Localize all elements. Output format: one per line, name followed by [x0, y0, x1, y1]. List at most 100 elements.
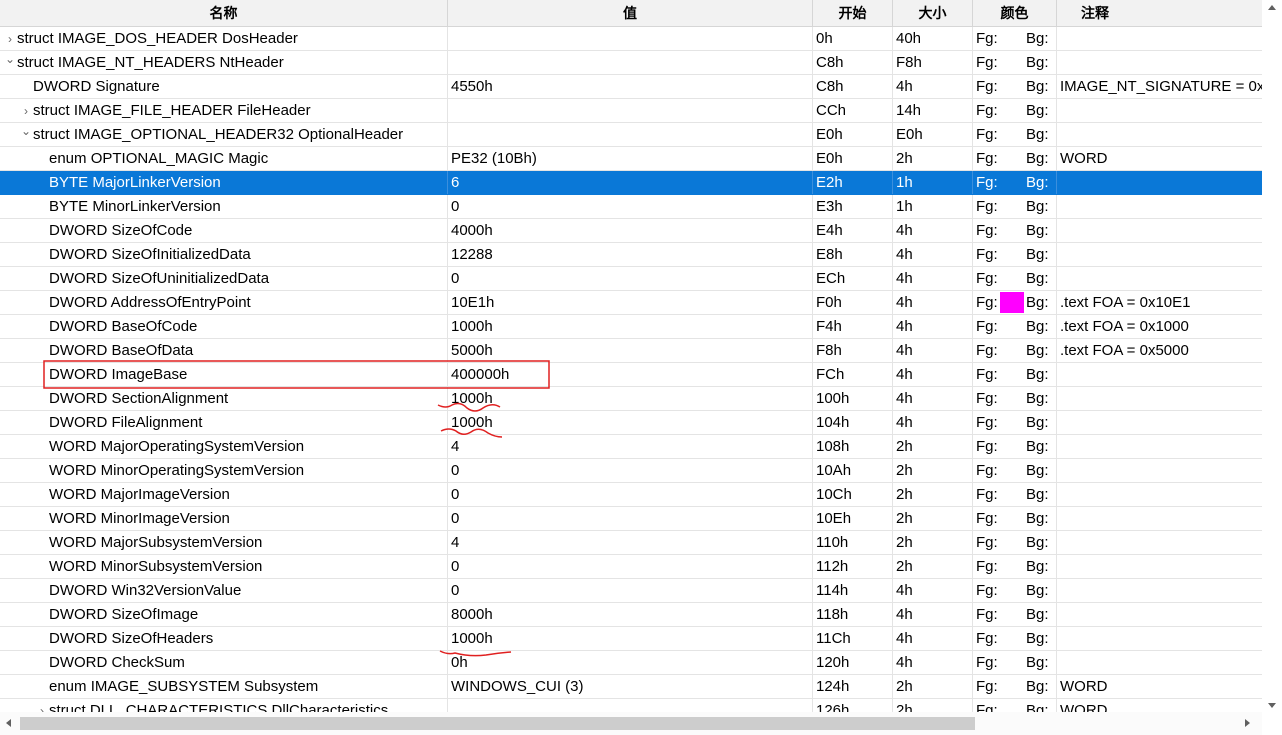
cell-size[interactable]: 4h — [893, 75, 973, 98]
cell-name[interactable]: ⌄ struct IMAGE_NT_HEADERS NtHeader — [0, 51, 448, 74]
cell-start[interactable]: C8h — [813, 75, 893, 98]
cell-size[interactable]: 4h — [893, 387, 973, 410]
cell-size[interactable]: 2h — [893, 555, 973, 578]
table-row[interactable]: ⌄ struct IMAGE_NT_HEADERS NtHeader C8h F8h F… — [0, 51, 1262, 75]
table-row[interactable]: WORD MinorOperatingSystemVersion 0 10Ah 2h F… — [0, 459, 1262, 483]
cell-value[interactable]: 4000h — [448, 219, 813, 242]
table-row[interactable]: DWORD SectionAlignment 1000h 100h 4h Fg: Bg: — [0, 387, 1262, 411]
table-row[interactable]: WORD MajorOperatingSystemVersion 4 108h 2h F… — [0, 435, 1262, 459]
cell-name[interactable]: WORD MajorOperatingSystemVersion — [0, 435, 448, 458]
cell-note[interactable]: .text FOA = 0x5000 — [1057, 339, 1262, 362]
cell-start[interactable]: E3h — [813, 195, 893, 218]
cell-color[interactable]: Fg: Bg: — [973, 699, 1057, 712]
cell-start[interactable]: 11Ch — [813, 627, 893, 650]
cell-start[interactable]: E4h — [813, 219, 893, 242]
fg-color-swatch[interactable] — [1000, 292, 1024, 313]
cell-size[interactable]: 40h — [893, 27, 973, 50]
cell-value[interactable]: 1000h — [448, 411, 813, 434]
cell-color[interactable]: Fg: Bg: — [973, 99, 1057, 122]
cell-size[interactable]: 1h — [893, 171, 973, 194]
cell-value[interactable]: 0 — [448, 483, 813, 506]
table-row[interactable]: DWORD SizeOfUninitializedData 0 ECh 4h Fg: Bg… — [0, 267, 1262, 291]
cell-value[interactable]: 1000h — [448, 387, 813, 410]
cell-name[interactable]: WORD MinorImageVersion — [0, 507, 448, 530]
cell-start[interactable]: 126h — [813, 699, 893, 712]
scroll-down-icon[interactable] — [1268, 703, 1276, 708]
cell-name[interactable]: DWORD ImageBase — [0, 363, 448, 386]
cell-size[interactable]: F8h — [893, 51, 973, 74]
cell-start[interactable]: 120h — [813, 651, 893, 674]
cell-name[interactable]: DWORD SizeOfCode — [0, 219, 448, 242]
cell-name[interactable]: enum IMAGE_SUBSYSTEM Subsystem — [0, 675, 448, 698]
cell-start[interactable]: C8h — [813, 51, 893, 74]
table-row[interactable]: DWORD CheckSum 0h 120h 4h Fg: Bg: — [0, 651, 1262, 675]
cell-value[interactable] — [448, 51, 813, 74]
table-row[interactable]: DWORD ImageBase 400000h FCh 4h Fg: Bg: — [0, 363, 1262, 387]
cell-color[interactable]: Fg: Bg: — [973, 315, 1057, 338]
cell-value[interactable]: 5000h — [448, 339, 813, 362]
cell-start[interactable]: 114h — [813, 579, 893, 602]
cell-color[interactable]: Fg: Bg: — [973, 579, 1057, 602]
cell-color[interactable]: Fg: Bg: — [973, 195, 1057, 218]
cell-value[interactable] — [448, 699, 813, 712]
cell-size[interactable]: 2h — [893, 435, 973, 458]
cell-name[interactable]: › struct DLL_CHARACTERISTICS DllCharacter… — [0, 699, 448, 712]
cell-color[interactable]: Fg: Bg: — [973, 123, 1057, 146]
scroll-up-icon[interactable] — [1268, 5, 1276, 10]
cell-name[interactable]: DWORD Win32VersionValue — [0, 579, 448, 602]
cell-size[interactable]: 4h — [893, 627, 973, 650]
cell-name[interactable]: DWORD SizeOfImage — [0, 603, 448, 626]
cell-start[interactable]: E0h — [813, 123, 893, 146]
vertical-scrollbar[interactable] — [1262, 0, 1282, 712]
cell-name[interactable]: WORD MajorImageVersion — [0, 483, 448, 506]
cell-start[interactable]: 10Ch — [813, 483, 893, 506]
cell-color[interactable]: Fg: Bg: — [973, 603, 1057, 626]
cell-color[interactable]: Fg: Bg: — [973, 243, 1057, 266]
cell-name[interactable]: BYTE MajorLinkerVersion — [0, 171, 448, 194]
cell-color[interactable]: Fg: Bg: — [973, 483, 1057, 506]
cell-color[interactable]: Fg: Bg: — [973, 27, 1057, 50]
cell-note[interactable] — [1057, 99, 1262, 122]
cell-start[interactable]: 104h — [813, 411, 893, 434]
cell-value[interactable]: 4 — [448, 435, 813, 458]
cell-size[interactable]: 2h — [893, 507, 973, 530]
cell-note[interactable] — [1057, 387, 1262, 410]
cell-name[interactable]: BYTE MinorLinkerVersion — [0, 195, 448, 218]
cell-size[interactable]: 2h — [893, 483, 973, 506]
cell-value[interactable]: 400000h — [448, 363, 813, 386]
cell-note[interactable]: IMAGE_NT_SIGNATURE = 0x — [1057, 75, 1262, 98]
cell-value[interactable]: 0 — [448, 267, 813, 290]
cell-size[interactable]: 4h — [893, 219, 973, 242]
cell-size[interactable]: 4h — [893, 339, 973, 362]
cell-value[interactable]: 6 — [448, 171, 813, 194]
cell-name[interactable]: DWORD AddressOfEntryPoint — [0, 291, 448, 314]
column-header-value[interactable]: 值 — [448, 0, 813, 26]
cell-value[interactable] — [448, 123, 813, 146]
column-header-size[interactable]: 大小 — [893, 0, 973, 26]
cell-note[interactable] — [1057, 219, 1262, 242]
cell-value[interactable]: 1000h — [448, 627, 813, 650]
cell-note[interactable]: WORD — [1057, 699, 1262, 712]
cell-value[interactable]: 0 — [448, 195, 813, 218]
table-row[interactable]: BYTE MinorLinkerVersion 0 E3h 1h Fg: Bg: — [0, 195, 1262, 219]
cell-start[interactable]: F0h — [813, 291, 893, 314]
table-row[interactable]: WORD MajorImageVersion 0 10Ch 2h Fg: Bg: — [0, 483, 1262, 507]
table-row[interactable]: › struct IMAGE_DOS_HEADER DosHeader 0h 40h F… — [0, 27, 1262, 51]
expand-chevron-icon[interactable]: › — [3, 27, 17, 50]
cell-value[interactable]: 0h — [448, 651, 813, 674]
cell-size[interactable]: 4h — [893, 243, 973, 266]
cell-note[interactable] — [1057, 51, 1262, 74]
cell-color[interactable]: Fg: Bg: — [973, 75, 1057, 98]
table-row[interactable]: enum OPTIONAL_MAGIC Magic PE32 (10Bh) E0h 2… — [0, 147, 1262, 171]
cell-name[interactable]: enum OPTIONAL_MAGIC Magic — [0, 147, 448, 170]
column-header-start[interactable]: 开始 — [813, 0, 893, 26]
table-row[interactable]: DWORD BaseOfData 5000h F8h 4h Fg: Bg: .text FO… — [0, 339, 1262, 363]
table-row[interactable]: enum IMAGE_SUBSYSTEM Subsystem WINDOWS_CU… — [0, 675, 1262, 699]
table-row[interactable]: DWORD SizeOfCode 4000h E4h 4h Fg: Bg: — [0, 219, 1262, 243]
cell-color[interactable]: Fg: Bg: — [973, 459, 1057, 482]
cell-color[interactable]: Fg: Bg: — [973, 435, 1057, 458]
cell-color[interactable]: Fg: Bg: — [973, 651, 1057, 674]
cell-note[interactable] — [1057, 603, 1262, 626]
cell-value[interactable]: 0 — [448, 459, 813, 482]
table-row[interactable]: ⌄ struct IMAGE_OPTIONAL_HEADER32 Optional… — [0, 123, 1262, 147]
